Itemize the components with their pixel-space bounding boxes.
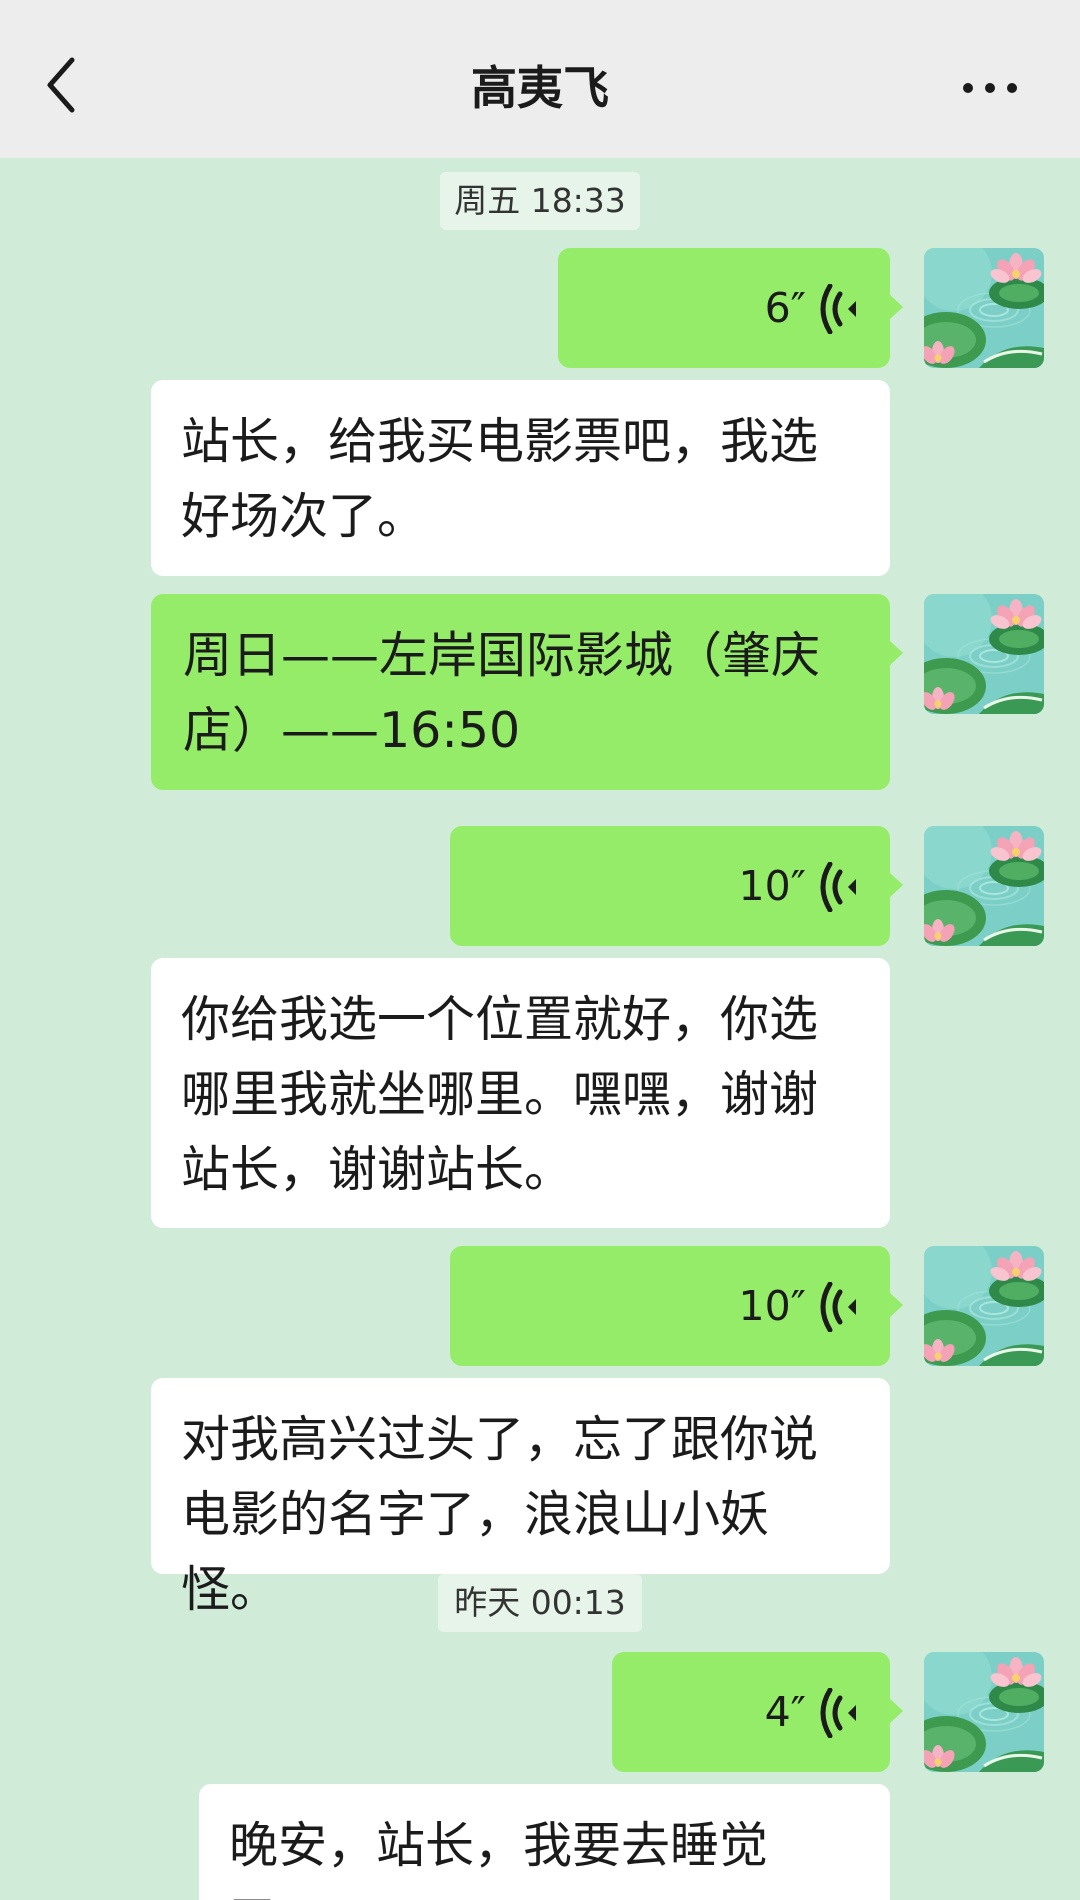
more-options-button[interactable] [960, 68, 1020, 108]
voice-message[interactable]: 6″ [558, 248, 903, 368]
message-text: 周日——左岸国际影城（肇庆店）——16:50 [183, 627, 821, 759]
voice-wave-icon [818, 284, 862, 334]
received-message[interactable]: 晚安，站长，我要去睡觉了。 [199, 1784, 890, 1900]
voice-wave-icon [818, 862, 862, 912]
avatar[interactable] [924, 826, 1044, 946]
received-message[interactable]: 站长，给我买电影票吧，我选好场次了。 [151, 380, 890, 576]
voice-duration: 6″ [764, 284, 806, 332]
voice-message[interactable]: 10″ [450, 1246, 903, 1366]
avatar[interactable] [924, 1246, 1044, 1366]
message-text: 你给我选一个位置就好，你选哪里我就坐哪里。嘿嘿，谢谢站长，谢谢站长。 [181, 991, 819, 1198]
chat-header: 高夷飞 [0, 0, 1080, 158]
avatar[interactable] [924, 1652, 1044, 1772]
more-dots-icon[interactable] [960, 68, 1020, 108]
voice-duration: 10″ [738, 1282, 807, 1330]
message-text: 晚安，站长，我要去睡觉了。 [229, 1817, 769, 1900]
voice-wave-icon [818, 1688, 862, 1738]
voice-duration: 10″ [738, 862, 807, 910]
received-message[interactable]: 对我高兴过头了，忘了跟你说电影的名字了，浪浪山小妖怪。 [151, 1378, 890, 1618]
voice-wave-icon [818, 1282, 862, 1332]
chat-title: 高夷飞 [471, 61, 609, 115]
sent-message[interactable]: 周日——左岸国际影城（肇庆店）——16:50 [151, 594, 903, 790]
timestamp: 周五 18:33 [440, 172, 640, 230]
voice-message[interactable]: 10″ [450, 826, 903, 946]
avatar[interactable] [924, 594, 1044, 714]
avatar[interactable] [924, 248, 1044, 368]
voice-duration: 4″ [764, 1688, 806, 1736]
timestamp: 昨天 00:13 [438, 1574, 642, 1632]
chat-message-list[interactable]: 周五 18:33 6″ 站长，给我买电影票吧，我选好场次了。 周日——左岸国际影… [0, 158, 1080, 1900]
message-text: 站长，给我买电影票吧，我选好场次了。 [181, 413, 819, 545]
received-message[interactable]: 你给我选一个位置就好，你选哪里我就坐哪里。嘿嘿，谢谢站长，谢谢站长。 [151, 958, 890, 1228]
voice-message[interactable]: 4″ [612, 1652, 903, 1772]
